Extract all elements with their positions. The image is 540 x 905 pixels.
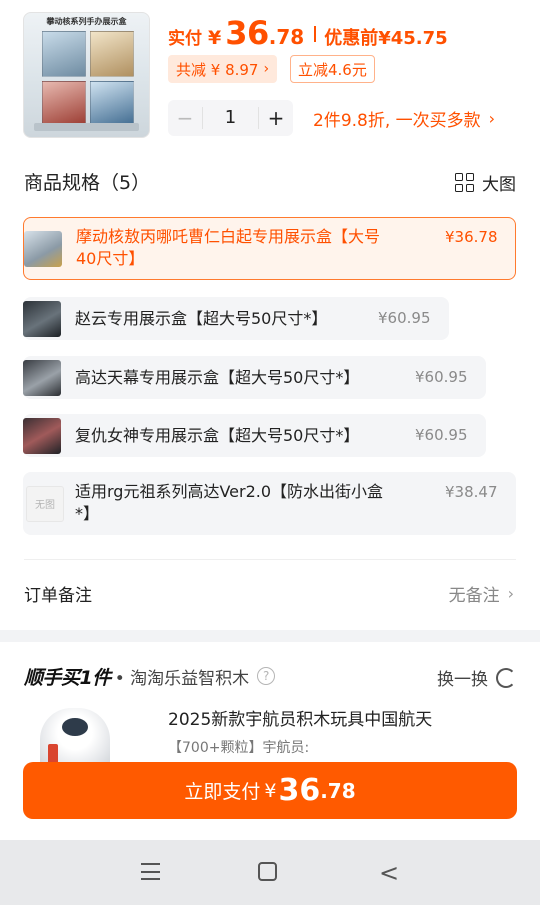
price-row: 实付 ¥ 36 .78 优惠前¥45.75: [168, 14, 448, 54]
help-icon[interactable]: ?: [257, 667, 276, 685]
refresh-icon: [496, 667, 516, 688]
recommend-product-subtitle: 【700+颗粒】宇航员:: [168, 740, 310, 756]
pay-price-integer: 36: [278, 773, 321, 808]
recommend-header: 顺手买1件 • 淘淘乐益智积木 ?: [24, 662, 276, 690]
currency-symbol: ¥: [208, 27, 222, 49]
spec-option-1[interactable]: 摩动核敖丙哪吒曹仁白起专用展示盒【大号 40尺寸】 ¥36.78: [23, 217, 516, 280]
no-image-placeholder: 无图: [26, 485, 64, 522]
paid-label: 实付: [168, 29, 202, 49]
option-price: ¥36.78: [445, 228, 498, 246]
quantity-stepper: − 1 +: [168, 100, 293, 136]
swap-button[interactable]: 换一换: [437, 665, 516, 690]
quantity-input[interactable]: 1: [202, 107, 259, 129]
instant-discount-tag: 立减4.6元: [290, 55, 375, 83]
multi-buy-promo-link[interactable]: 2件9.8折, 一次买多款 ›: [313, 106, 496, 131]
shunshou-logo: 顺手买1件: [24, 666, 111, 689]
recommend-product-image[interactable]: [28, 704, 128, 764]
option-price: ¥60.95: [378, 309, 431, 327]
order-remark-value: 无备注: [448, 586, 500, 606]
product-thumbnail[interactable]: 攀动核系列手办展示盒: [23, 12, 150, 138]
decrease-button[interactable]: −: [168, 106, 202, 130]
total-discount-tag[interactable]: 共减 ¥ 8.97 ›: [168, 55, 278, 83]
price-separator: [314, 26, 317, 42]
spec-option-2[interactable]: 赵云专用展示盒【超大号50尺寸*】 ¥60.95: [23, 297, 449, 340]
chevron-right-icon: ›: [263, 61, 270, 77]
option-image: [23, 417, 61, 454]
pay-currency: ¥: [264, 779, 277, 802]
option-image: [23, 300, 61, 337]
pay-label: 立即支付: [184, 781, 261, 803]
option-name: 摩动核敖丙哪吒曹仁白起专用展示盒【大号 40尺寸】: [76, 227, 381, 268]
swap-label: 换一换: [437, 670, 488, 690]
before-discount-price: 优惠前¥45.75: [324, 28, 448, 49]
spec-section-title: 商品规格（5）: [24, 172, 151, 194]
pay-price-decimal: .78: [320, 778, 356, 803]
increase-button[interactable]: +: [259, 106, 293, 130]
system-navigation-bar: <: [0, 840, 540, 905]
instant-discount-text: 立减4.6元: [298, 60, 367, 79]
multi-buy-promo-text: 2件9.8折, 一次买多款: [313, 110, 481, 131]
grid-icon: [455, 173, 474, 192]
option-name: 赵云专用展示盒【超大号50尺寸*】: [75, 309, 328, 328]
shop-name: • 淘淘乐益智积木: [114, 668, 250, 689]
thumbnail-caption: 攀动核系列手办展示盒: [46, 17, 127, 26]
section-separator: [0, 630, 540, 642]
price-decimal: .78: [268, 25, 305, 49]
option-price: ¥60.95: [415, 368, 468, 386]
order-remark-label: 订单备注: [24, 586, 92, 606]
back-icon[interactable]: <: [379, 859, 399, 887]
option-name: 复仇女神专用展示盒【超大号50尺寸*】: [75, 426, 360, 445]
option-name: 适用rg元祖系列高达Ver2.0【防水出街小盒 *】: [75, 482, 384, 523]
recommend-product-title[interactable]: 2025新款宇航员积木玩具中国航天: [168, 705, 432, 730]
order-sheet: 攀动核系列手办展示盒 实付 ¥ 36 .78 优惠前¥45.75 共减 ¥ 8.…: [0, 0, 540, 905]
option-price: ¥60.95: [415, 426, 468, 444]
big-image-label: 大图: [482, 175, 516, 195]
price-integer: 36: [225, 14, 269, 52]
divider: [24, 559, 516, 560]
home-icon[interactable]: [258, 862, 277, 881]
option-image: [24, 230, 62, 267]
option-price: ¥38.47: [445, 483, 498, 501]
pay-now-button[interactable]: 立即支付 ¥ 36 .78: [23, 762, 517, 819]
spec-option-4[interactable]: 复仇女神专用展示盒【超大号50尺寸*】 ¥60.95: [23, 414, 486, 457]
chevron-right-icon: ›: [488, 108, 496, 128]
order-remark-field[interactable]: 无备注 ›: [449, 581, 514, 606]
option-name: 高达天幕专用展示盒【超大号50尺寸*】: [75, 368, 360, 387]
spec-option-3[interactable]: 高达天幕专用展示盒【超大号50尺寸*】 ¥60.95: [23, 356, 486, 399]
chevron-right-icon: ›: [507, 584, 514, 603]
total-discount-text: 共减 ¥ 8.97: [176, 60, 259, 79]
spec-option-5[interactable]: 无图 适用rg元祖系列高达Ver2.0【防水出街小盒 *】 ¥38.47: [23, 472, 516, 535]
big-image-toggle[interactable]: 大图: [455, 170, 516, 195]
recent-apps-icon[interactable]: [141, 863, 160, 880]
option-image: [23, 359, 61, 396]
